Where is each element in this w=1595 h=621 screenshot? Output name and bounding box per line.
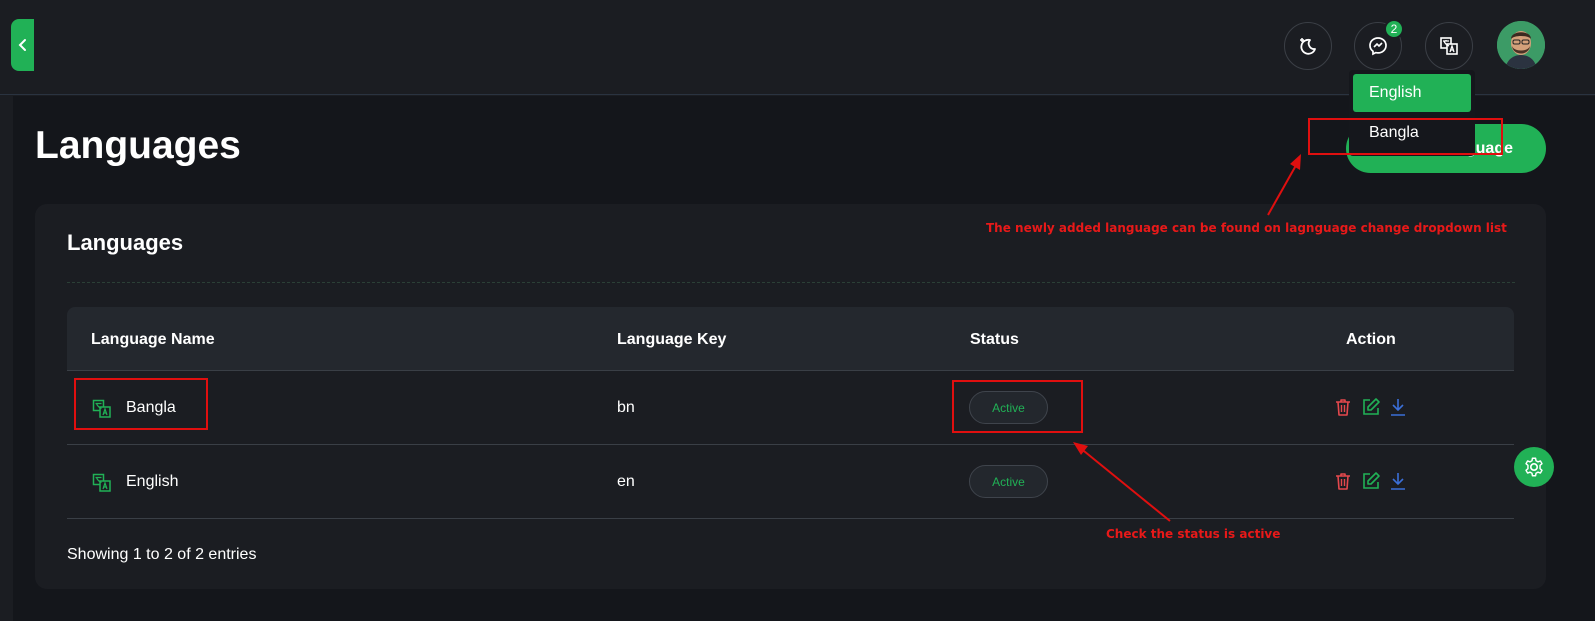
theme-toggle-button[interactable] <box>1284 22 1332 70</box>
language-key: bn <box>617 399 635 416</box>
card-title: Languages <box>67 230 184 255</box>
annotation-box-status <box>952 380 1083 433</box>
annotation-text-dropdown: The newly added language can be found on… <box>986 221 1507 235</box>
language-name: English <box>126 473 179 490</box>
column-header-language-key: Language Key <box>617 331 727 348</box>
status-badge: Active <box>969 465 1048 498</box>
column-header-status: Status <box>970 331 1019 348</box>
table-row: English en Active <box>67 445 1514 519</box>
avatar-image <box>1497 21 1545 69</box>
messages-button[interactable]: 2 <box>1354 19 1404 70</box>
edit-icon[interactable] <box>1361 471 1381 491</box>
column-header-action: Action <box>1346 331 1396 348</box>
download-icon[interactable] <box>1388 471 1408 491</box>
card-divider <box>67 282 1515 283</box>
delete-icon[interactable] <box>1333 471 1353 491</box>
user-avatar[interactable] <box>1497 21 1545 69</box>
delete-icon[interactable] <box>1333 397 1353 417</box>
column-header-language-name: Language Name <box>91 331 215 348</box>
annotation-text-status: Check the status is active <box>1106 527 1281 541</box>
annotation-box-language-name <box>74 378 208 430</box>
page-title: Languages <box>35 124 241 167</box>
gear-icon <box>1525 457 1543 477</box>
language-switch-button[interactable] <box>1425 22 1473 70</box>
edit-icon[interactable] <box>1361 397 1381 417</box>
notification-badge: 2 <box>1384 19 1404 39</box>
table-header: Language Name Language Key Status Action <box>67 307 1514 371</box>
annotation-box-dropdown <box>1308 118 1503 155</box>
pagination-info: Showing 1 to 2 of 2 entries <box>67 546 257 563</box>
messenger-icon <box>1369 37 1387 56</box>
table-row: Bangla bn Active <box>67 371 1514 445</box>
settings-button[interactable] <box>1514 447 1554 487</box>
sidebar-toggle-button[interactable] <box>11 19 34 71</box>
translate-icon <box>1440 37 1458 55</box>
languages-card: Languages Language Name Language Key Sta… <box>35 204 1546 589</box>
translate-icon <box>92 473 111 492</box>
language-option-english[interactable]: English <box>1353 74 1471 112</box>
chevron-left-icon <box>18 39 26 51</box>
download-icon[interactable] <box>1388 397 1408 417</box>
language-key: en <box>617 473 635 490</box>
moon-stars-icon <box>1300 38 1316 55</box>
